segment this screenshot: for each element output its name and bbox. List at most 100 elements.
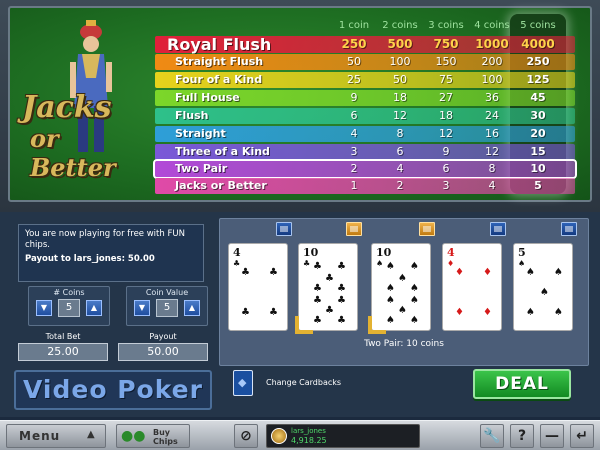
no-sound-icon[interactable]: ⊘	[234, 424, 258, 448]
paytable-hand-name: Full House	[175, 91, 240, 104]
coin-value-increase-button[interactable]: ▲	[184, 300, 200, 316]
paytable-hand-name: Three of a Kind	[175, 145, 270, 158]
return-icon[interactable]: ↵	[570, 424, 594, 448]
buy-chips-line-2: Chips	[153, 437, 178, 446]
hold-button[interactable]	[276, 222, 292, 236]
card-pip: ♠	[398, 305, 407, 316]
paytable-panel: Jacks or Better 1 coin 2 coins 3 coins 4…	[0, 0, 600, 212]
paytable-value: 6	[396, 145, 404, 158]
paytable-row: Straight Flush 50 100 150 200 250	[155, 54, 575, 70]
card-rank: 10	[303, 246, 319, 259]
paytable-value: 4	[488, 179, 496, 192]
paytable-value: 100	[481, 73, 503, 86]
paytable-hand-name: Two Pair	[175, 162, 228, 175]
buy-chips-button[interactable]: ●● Buy Chips	[116, 424, 190, 448]
paytable-hand-name: Royal Flush	[167, 35, 272, 54]
paytable-value: 50	[393, 73, 407, 86]
card-pip: ♣	[325, 305, 334, 316]
paytable-row: Straight 4 8 12 16 20	[155, 126, 575, 142]
coin-value-label: Coin Value	[145, 288, 189, 297]
paytable-row: Two Pair 2 4 6 8 10	[153, 159, 577, 179]
paytable-hand-name: Jacks or Better	[175, 179, 267, 192]
playing-card[interactable]: 4 ♣ ♣ ♣ ♣ ♣	[228, 243, 288, 331]
paytable-value: 100	[389, 55, 411, 68]
paytable-value: 9	[350, 91, 358, 104]
jacks-or-better-logo: Jacks or Better	[16, 12, 146, 187]
change-cardbacks-link[interactable]: Change Cardbacks	[266, 378, 341, 387]
paytable-value: 75	[439, 73, 453, 86]
paytable-value: 45	[530, 91, 546, 104]
playing-card[interactable]: 10 ♣ ♣ ♣ ♣ ♣ ♣ ♣ ♣ ♣ ♣ ♣	[295, 243, 358, 334]
cardback-icon[interactable]	[233, 370, 253, 396]
paytable-value: 8	[396, 127, 404, 140]
coin-header-3: 3 coins	[428, 20, 464, 31]
minimize-icon[interactable]: —	[540, 424, 564, 448]
card-rank: 4	[233, 246, 241, 259]
paytable-value: 3	[442, 179, 450, 192]
hand-result: Two Pair: 10 coins	[364, 339, 444, 349]
paytable-value: 18	[439, 109, 453, 122]
card-pip: ♦	[455, 307, 464, 318]
paytable-hand-name: Flush	[175, 109, 209, 122]
wrench-icon[interactable]: 🔧	[480, 424, 504, 448]
menu-arrow-icon: ▲	[87, 429, 95, 440]
card-pip: ♠	[386, 295, 395, 306]
paytable-hand-name: Four of a Kind	[175, 73, 263, 86]
menu-button[interactable]: Menu ▲	[6, 424, 106, 448]
deal-button-label: DEAL	[495, 374, 549, 394]
coin-value-decrease-button[interactable]: ▼	[134, 300, 150, 316]
paytable-row: Jacks or Better 1 2 3 4 5	[155, 178, 575, 194]
deal-button[interactable]: DEAL	[473, 369, 571, 399]
card-pip: ♠	[386, 283, 395, 294]
hold-button[interactable]	[490, 222, 506, 236]
playing-card[interactable]: 4 ♦ ♦ ♦ ♦ ♦	[442, 243, 502, 331]
payout-message: Payout to lars_jones: 50.00	[25, 254, 155, 264]
playing-card[interactable]: 10 ♠ ♠ ♠ ♠ ♠ ♠ ♠ ♠ ♠ ♠ ♠	[368, 243, 431, 334]
avatar	[271, 428, 287, 444]
card-pip: ♣	[337, 261, 346, 272]
card-pip: ♣	[241, 267, 250, 278]
paytable-value: 200	[481, 55, 503, 68]
paytable-value: 750	[433, 37, 459, 51]
paytable-value: 12	[485, 145, 499, 158]
card-suit-icon: ♠	[518, 259, 526, 268]
playing-card[interactable]: 5 ♠ ♠ ♠ ♠ ♠ ♠	[513, 243, 573, 331]
paytable-value: 12	[439, 127, 453, 140]
paytable-row: Three of a Kind 3 6 9 12 15	[155, 144, 575, 160]
card-pip: ♠	[540, 287, 549, 298]
hold-button[interactable]	[561, 222, 577, 236]
paytable-value: 2	[350, 162, 358, 175]
hold-button[interactable]	[419, 222, 435, 236]
message-box: You are now playing for free with FUN ch…	[18, 224, 204, 282]
paytable-value: 5	[534, 179, 542, 192]
hold-button[interactable]	[346, 222, 362, 236]
coins-increase-button[interactable]: ▲	[86, 300, 102, 316]
paytable-value: 10	[530, 162, 546, 175]
paytable-value: 18	[393, 91, 407, 104]
coin-header-1: 1 coin	[338, 20, 370, 31]
card-pip: ♦	[483, 307, 492, 318]
buy-chips-line-1: Buy	[153, 428, 171, 437]
card-pip: ♦	[455, 267, 464, 278]
card-rank: 4	[447, 246, 455, 259]
paytable-value: 6	[442, 162, 450, 175]
card-suit-icon: ♣	[233, 259, 241, 268]
help-icon[interactable]: ?	[510, 424, 534, 448]
card-suit-icon: ♣	[303, 259, 311, 268]
card-pip: ♣	[337, 295, 346, 306]
card-pip: ♠	[554, 267, 563, 278]
card-pip: ♣	[269, 307, 278, 318]
game-panel: You are now playing for free with FUN ch…	[0, 212, 600, 417]
paytable-row: Royal Flush 250 500 750 1000 4000	[155, 35, 575, 54]
video-poker-title: Video Poker	[14, 370, 212, 410]
card-pip: ♠	[410, 315, 419, 326]
card-pip: ♠	[410, 295, 419, 306]
paytable-value: 30	[530, 109, 546, 122]
user-balance: 4,918.25	[291, 436, 327, 445]
paytable-value: 150	[435, 55, 457, 68]
paytable-value: 24	[485, 109, 499, 122]
paytable-value: 12	[393, 109, 407, 122]
coins-decrease-button[interactable]: ▼	[36, 300, 52, 316]
paytable-value: 36	[485, 91, 499, 104]
paytable-value: 3	[350, 145, 358, 158]
